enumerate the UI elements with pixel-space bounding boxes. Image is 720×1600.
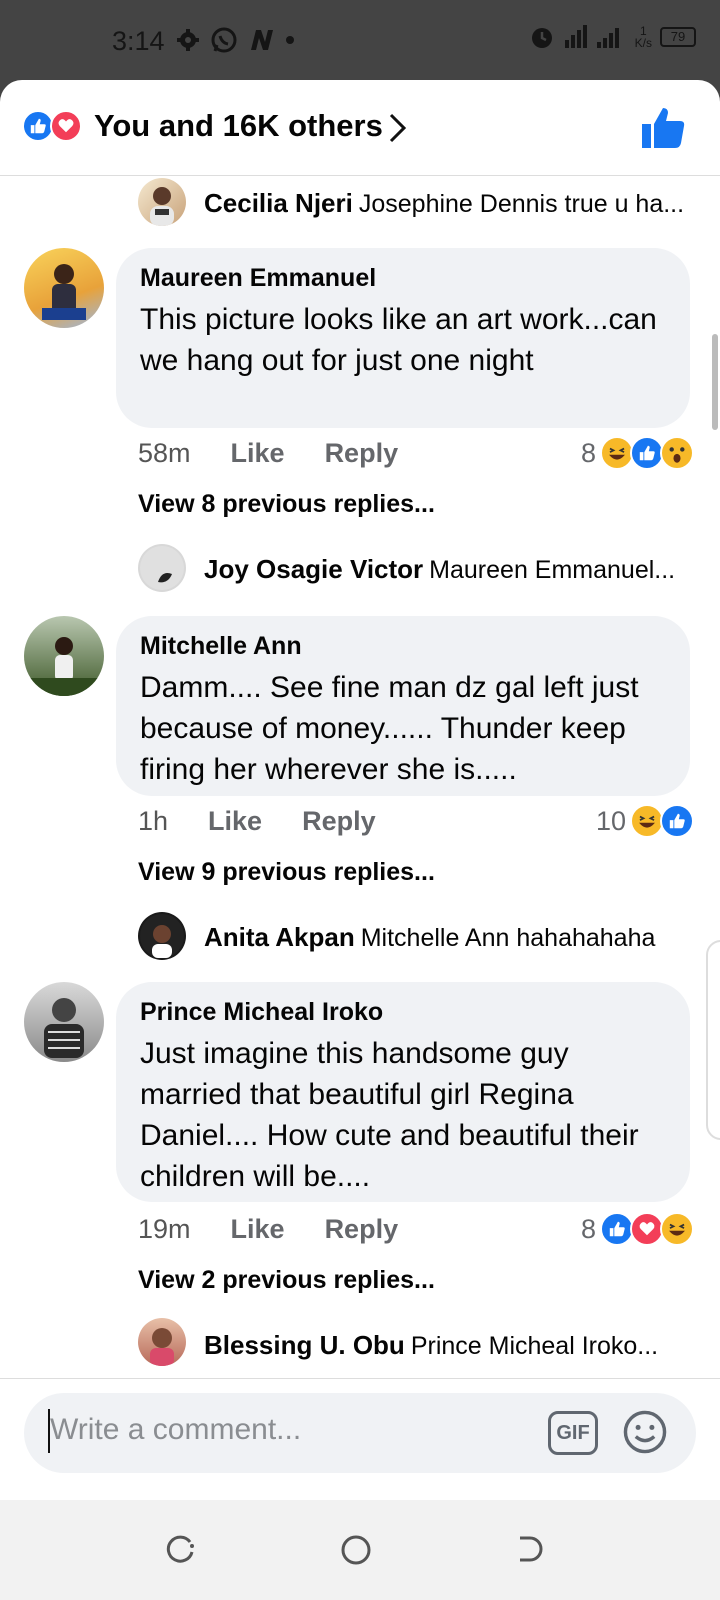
avatar[interactable] (138, 912, 186, 960)
whatsapp-icon (211, 27, 237, 53)
side-panel-edge (706, 940, 720, 1140)
love-icon (630, 1212, 664, 1246)
scrollbar[interactable] (712, 334, 718, 430)
haha-icon (600, 436, 634, 470)
comment-bubble[interactable]: Mitchelle Ann Damm.... See fine man dz g… (116, 616, 690, 796)
avatar[interactable] (24, 616, 104, 696)
reactions-header[interactable]: You and 16K others (0, 80, 720, 176)
reply-text: Mitchelle Ann hahahahaha (360, 924, 656, 952)
back-icon[interactable] (514, 1534, 544, 1564)
reply-author[interactable]: Cecilia Njeri (204, 188, 353, 218)
avatar[interactable] (138, 544, 186, 592)
wow-icon (660, 436, 694, 470)
comment-composer: Write a comment... GIF (0, 1378, 720, 1500)
battery-icon: 79 (660, 27, 696, 47)
reply-author[interactable]: Anita Akpan (204, 922, 355, 952)
view-previous-replies[interactable]: View 9 previous replies... (138, 858, 435, 887)
comment-bubble[interactable]: Prince Micheal Iroko Just imagine this h… (116, 982, 690, 1202)
reply-button[interactable]: Reply (325, 1214, 399, 1245)
status-system-icons: 1 K/s 79 (529, 24, 696, 50)
reply-preview[interactable]: Cecilia Njeri Josephine Dennis true u ha.… (204, 188, 684, 219)
alarm-icon (531, 28, 552, 48)
comment-actions: 19m Like Reply (138, 1214, 398, 1245)
avatar[interactable] (138, 1318, 186, 1366)
like-button[interactable]: Like (231, 438, 285, 469)
comment-text: Just imagine this handsome guy married t… (140, 1037, 639, 1193)
status-bar: 3:14 1 K/s 79 (0, 0, 720, 80)
reply-preview[interactable]: Joy Osagie Victor Maureen Emmanuel... (204, 554, 675, 585)
comment-placeholder: Write a comment... (50, 1413, 302, 1446)
avatar[interactable] (138, 178, 186, 226)
comments-sheet: You and 16K others Cecilia Njeri Josephin… (0, 80, 720, 1500)
dot-icon (286, 36, 294, 44)
recents-icon[interactable] (166, 1534, 196, 1564)
reply-preview[interactable]: Anita Akpan Mitchelle Ann hahahahaha (204, 922, 655, 953)
signal-icon (564, 25, 619, 48)
n-app-icon (251, 30, 273, 50)
reaction-counts[interactable]: 10 (596, 804, 694, 838)
header-reaction-icons (22, 110, 82, 142)
home-icon[interactable] (340, 1534, 372, 1566)
status-time: 3:14 (112, 26, 165, 56)
reply-text: Prince Micheal Iroko... (410, 1332, 659, 1360)
reaction-count: 10 (595, 805, 626, 836)
comment-author[interactable]: Maureen Emmanuel (140, 264, 668, 293)
comment-author[interactable]: Mitchelle Ann (140, 632, 668, 661)
comment-input[interactable]: Write a comment... GIF (24, 1393, 696, 1473)
emoji-icon[interactable] (622, 1409, 668, 1455)
like-button[interactable]: Like (231, 1214, 285, 1245)
comment-text: This picture looks like an art work...ca… (140, 303, 657, 377)
reply-button[interactable]: Reply (302, 806, 376, 837)
reaction-count: 8 (580, 1213, 596, 1244)
reply-text: Maureen Emmanuel... (429, 556, 676, 584)
reaction-counts[interactable]: 8 (581, 436, 694, 470)
like-icon (600, 1212, 634, 1246)
comment-author[interactable]: Prince Micheal Iroko (140, 998, 668, 1027)
comment-bubble[interactable]: Maureen Emmanuel This picture looks like… (116, 248, 690, 428)
reply-author[interactable]: Blessing U. Obu (204, 1330, 405, 1360)
like-icon (630, 436, 664, 470)
comment-time: 1h (138, 806, 169, 836)
reactions-summary[interactable]: You and 16K others (94, 108, 383, 144)
comment-actions: 1h Like Reply (138, 806, 376, 837)
avatar[interactable] (24, 248, 104, 328)
comment-time: 19m (138, 1214, 191, 1244)
network-speed: 1 K/s (634, 24, 652, 50)
haha-icon (660, 1212, 694, 1246)
comment-text: Damm.... See fine man dz gal left just b… (140, 671, 639, 786)
reply-text: Josephine Dennis true u ha... (358, 190, 685, 218)
avatar[interactable] (24, 982, 104, 1062)
chevron-right-icon[interactable] (388, 112, 408, 144)
reply-preview[interactable]: Blessing U. Obu Prince Micheal Iroko... (204, 1330, 658, 1361)
like-icon (660, 804, 694, 838)
reply-author[interactable]: Joy Osagie Victor (204, 554, 423, 584)
comment-actions: 58m Like Reply (138, 438, 398, 469)
reaction-count: 8 (580, 437, 596, 468)
settings-gear-icon (177, 29, 199, 51)
status-notification-icons (176, 26, 294, 54)
thumbs-up-icon[interactable] (640, 106, 686, 150)
view-previous-replies[interactable]: View 2 previous replies... (138, 1266, 435, 1295)
love-icon (50, 110, 82, 142)
view-previous-replies[interactable]: View 8 previous replies... (138, 490, 435, 519)
reply-button[interactable]: Reply (325, 438, 399, 469)
reaction-counts[interactable]: 8 (581, 1212, 694, 1246)
like-button[interactable]: Like (208, 806, 262, 837)
haha-icon (630, 804, 664, 838)
system-nav-bar (0, 1500, 720, 1600)
comment-time: 58m (138, 438, 191, 468)
gif-button[interactable]: GIF (548, 1411, 598, 1455)
